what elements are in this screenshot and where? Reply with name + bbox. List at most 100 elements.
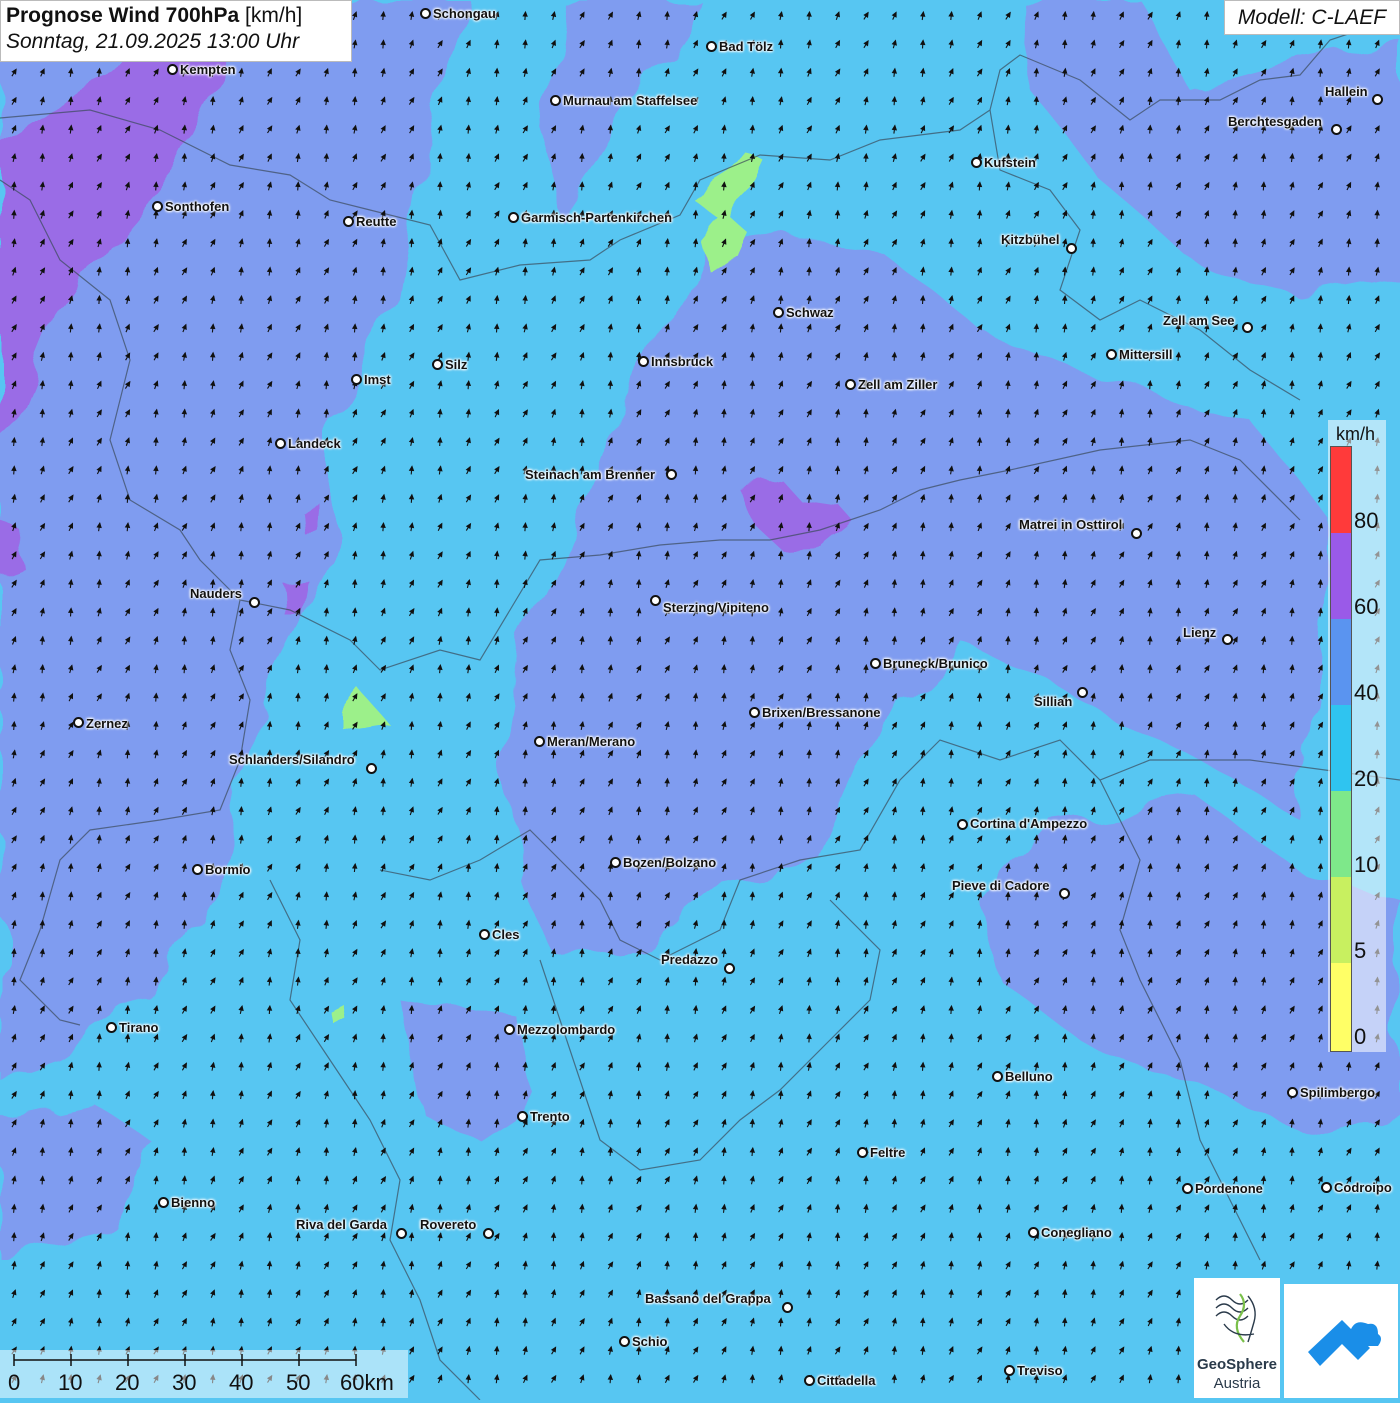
scale-label-60km: 60km — [340, 1370, 394, 1395]
city-marker-steinach-am-brenner — [666, 469, 677, 480]
city-label-riva-del-garda: Riva del Garda — [296, 1217, 388, 1232]
city-marker-riva-del-garda — [396, 1228, 407, 1239]
city-label-sonthofen: Sonthofen — [165, 199, 230, 214]
city-label-bruneck-brunico: Bruneck/Brunico — [883, 656, 988, 671]
city-label-pordenone: Pordenone — [1195, 1181, 1263, 1196]
city-label-kitzbuhel: Kitzbühel — [1001, 232, 1060, 247]
city-marker-lienz — [1222, 634, 1233, 645]
city-label-imst: Imst — [364, 372, 391, 387]
title-main: Prognose Wind 700hPa — [6, 4, 240, 27]
scale-label-30: 30 — [172, 1370, 197, 1395]
city-marker-landeck — [275, 438, 286, 449]
city-marker-cittadella — [804, 1375, 815, 1386]
city-marker-bozen-bolzano — [610, 857, 621, 868]
city-marker-spilimbergo — [1287, 1087, 1298, 1098]
city-label-tirano: Tirano — [119, 1020, 159, 1035]
title: Prognose Wind 700hPa [km/h] — [6, 4, 346, 28]
city-marker-codroipo — [1321, 1182, 1332, 1193]
city-label-conegliano: Conegliano — [1041, 1225, 1112, 1240]
city-label-sillian: Sillian — [1034, 694, 1073, 709]
city-label-murnau-am-staffelsee: Murnau am Staffelsee — [563, 93, 698, 108]
city-label-bormio: Bormio — [205, 862, 251, 877]
city-marker-bad-tolz — [706, 41, 717, 52]
city-marker-zernez — [73, 717, 84, 728]
city-label-berchtesgaden: Berchtesgaden — [1228, 114, 1322, 129]
city-label-matrei-in-osttirol: Matrei in Osttirol — [1019, 517, 1123, 532]
color-legend: km/h 80 60 40 20 10 5 0 — [1328, 420, 1386, 1052]
city-marker-treviso — [1004, 1365, 1015, 1376]
city-label-schlanders-silandro: Schlanders/Silandro — [229, 752, 355, 767]
city-marker-schongau — [420, 8, 431, 19]
city-label-feltre: Feltre — [870, 1145, 906, 1160]
legend-tick-40: 40 — [1354, 680, 1379, 705]
city-marker-pieve-di-cadore — [1059, 888, 1070, 899]
geosphere-logo-subtext: Austria — [1213, 1375, 1261, 1392]
city-marker-bormio — [192, 864, 203, 875]
partner-logo — [1284, 1284, 1398, 1398]
city-marker-pordenone — [1182, 1183, 1193, 1194]
city-label-cles: Cles — [492, 927, 520, 942]
legend-tick-0: 0 — [1354, 1024, 1367, 1049]
city-marker-nauders — [249, 597, 260, 608]
city-marker-hallein — [1372, 94, 1383, 105]
city-label-meran-merano: Meran/Merano — [547, 734, 636, 749]
city-marker-tirano — [106, 1022, 117, 1033]
city-label-bad-tolz: Bad Tölz — [719, 39, 774, 54]
city-label-kufstein: Kufstein — [984, 155, 1036, 170]
city-label-mittersill: Mittersill — [1119, 347, 1173, 362]
city-marker-predazzo — [724, 963, 735, 974]
city-label-belluno: Belluno — [1005, 1069, 1053, 1084]
city-marker-imst — [351, 374, 362, 385]
legend-segment-20 — [1331, 705, 1351, 791]
city-marker-bruneck-brunico — [870, 658, 881, 669]
city-label-bassano-del-grappa: Bassano del Grappa — [645, 1291, 771, 1306]
city-marker-mittersill — [1106, 349, 1117, 360]
city-label-kempten: Kempten — [180, 62, 236, 77]
city-label-innsbruck: Innsbruck — [651, 354, 714, 369]
city-marker-kufstein — [971, 157, 982, 168]
scale-bar-ruler — [13, 1354, 357, 1366]
city-label-silz: Silz — [445, 357, 468, 372]
city-marker-zell-am-ziller — [845, 379, 856, 390]
city-marker-schwaz — [773, 307, 784, 318]
city-label-zell-am-see: Zell am See — [1163, 313, 1235, 328]
legend-tick-80: 80 — [1354, 508, 1379, 533]
geosphere-logo: GeoSphere Austria — [1194, 1278, 1280, 1398]
city-marker-sterzing-vipiteno — [650, 595, 661, 606]
scale-label-40: 40 — [229, 1370, 254, 1395]
city-label-landeck: Landeck — [288, 436, 341, 451]
city-marker-bassano-del-grappa — [782, 1302, 793, 1313]
scale-bar: 0 10 20 30 40 50 60km — [0, 1350, 408, 1398]
city-label-schwaz: Schwaz — [786, 305, 834, 320]
city-marker-sonthofen — [152, 201, 163, 212]
city-label-schongau: Schongau — [433, 6, 496, 21]
city-marker-mezzolombardo — [504, 1024, 515, 1035]
city-label-bozen-bolzano: Bozen/Bolzano — [623, 855, 717, 870]
legend-segment-40 — [1331, 619, 1351, 705]
city-marker-schio — [619, 1336, 630, 1347]
city-marker-meran-merano — [534, 736, 545, 747]
city-marker-reutte — [343, 216, 354, 227]
legend-segment-0 — [1331, 963, 1351, 1051]
legend-tick-10: 10 — [1354, 852, 1379, 877]
city-label-cortina-d-ampezzo: Cortina d'Ampezzo — [970, 816, 1088, 831]
city-marker-garmisch-partenkirchen — [508, 212, 519, 223]
city-marker-cortina-d-ampezzo — [957, 819, 968, 830]
city-label-zernez: Zernez — [86, 716, 128, 731]
city-label-codroipo: Codroipo — [1334, 1180, 1392, 1195]
city-label-steinach-am-brenner: Steinach am Brenner — [525, 467, 656, 482]
city-marker-silz — [432, 359, 443, 370]
city-marker-brixen-bressanone — [749, 707, 760, 718]
city-label-mezzolombardo: Mezzolombardo — [517, 1022, 616, 1037]
legend-segment-5 — [1331, 877, 1351, 963]
city-label-treviso: Treviso — [1017, 1363, 1063, 1378]
title-box: Prognose Wind 700hPa [km/h] Sonntag, 21.… — [0, 0, 352, 62]
city-label-rovereto: Rovereto — [420, 1217, 477, 1232]
subtitle-date: Sonntag, 21.09.2025 13:00 Uhr — [6, 30, 300, 53]
city-label-trento: Trento — [530, 1109, 570, 1124]
city-marker-rovereto — [483, 1228, 494, 1239]
city-marker-feltre — [857, 1147, 868, 1158]
city-label-spilimbergo: Spilimbergo — [1300, 1085, 1376, 1100]
city-marker-zell-am-see — [1242, 322, 1253, 333]
scale-label-10: 10 — [58, 1370, 83, 1395]
